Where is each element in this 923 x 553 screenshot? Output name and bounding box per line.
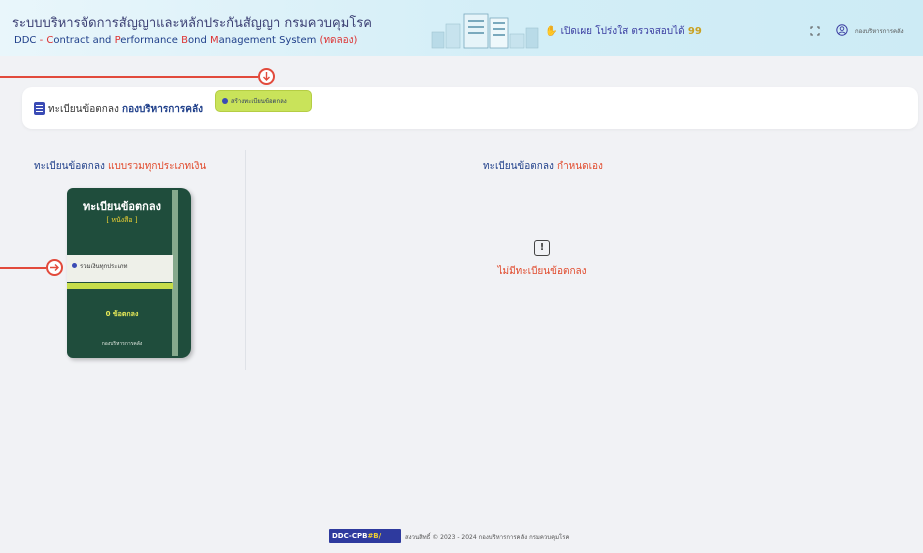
user-circle-icon[interactable] xyxy=(836,24,848,36)
app-title: ระบบบริหารจัดการสัญญาและหลักประกันสัญญา … xyxy=(12,16,372,31)
plus-icon xyxy=(222,98,228,104)
fullscreen-icon[interactable] xyxy=(810,26,820,36)
guide-line-top xyxy=(0,76,258,78)
guide-arrow-right-icon xyxy=(46,259,63,276)
alert-icon: ! xyxy=(534,240,550,256)
create-registry-button[interactable]: สร้างทะเบียนข้อตกลง xyxy=(215,90,312,112)
registry-toolbar: ทะเบียนข้อตกลง กองบริหารการคลัง xyxy=(22,87,918,129)
bullet-icon xyxy=(72,263,77,268)
book-footer: กองบริหารการคลัง xyxy=(101,341,143,347)
footer-copyright: สงวนสิทธิ์ © 2023 - 2024 กองบริหารการคลั… xyxy=(405,534,570,541)
app-subtitle: DDC - Contract and Performance Bond Mana… xyxy=(14,35,358,46)
book-stripe xyxy=(67,283,173,289)
campaign-slogan: ✋ เปิดเผย โปร่งใส ตรวจสอบได้ 99 xyxy=(545,26,702,37)
book-agreement-count: 0 ข้อตกลง xyxy=(105,310,139,318)
guide-arrow-down-icon xyxy=(258,68,275,85)
custom-registry-title: ทะเบียนข้อตกลง กำหนดเอง xyxy=(483,161,603,172)
combined-registry-title: ทะเบียนข้อตกลง แบบรวมทุกประเภทเงิน xyxy=(34,161,207,172)
empty-state-message: ไม่มีทะเบียนข้อตกลง xyxy=(497,266,587,277)
building-skyline-illustration xyxy=(431,13,539,49)
guide-line-left xyxy=(0,267,46,269)
book-band-label: รวมเงินทุกประเภท xyxy=(72,261,127,271)
user-name[interactable]: กองบริหารการคลัง xyxy=(855,26,904,36)
book-subtitle: [ หนังสือ ] xyxy=(106,216,138,224)
book-title: ทะเบียนข้อตกลง xyxy=(83,200,161,213)
footer-badge: DDC-CPB#B/ xyxy=(329,529,401,543)
document-icon xyxy=(34,102,45,115)
toolbar-label: ทะเบียนข้อตกลง กองบริหารการคลัง xyxy=(48,104,203,115)
